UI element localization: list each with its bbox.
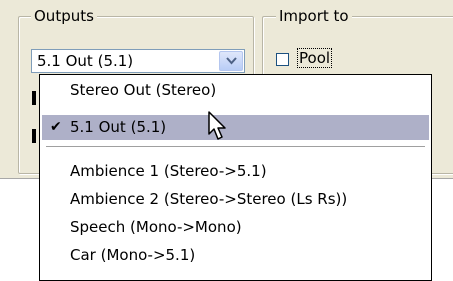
menu-item-stereo-out[interactable]: Stereo Out (Stereo) [42,78,429,103]
menu-item-label: Car (Mono->5.1) [70,246,196,264]
pool-checkbox[interactable] [276,53,289,66]
checkmark-icon: ✔ [50,119,62,135]
outputs-dropdown-menu: Stereo Out (Stereo) ✔ 5.1 Out (5.1) Ambi… [39,74,432,281]
menu-item-car[interactable]: Car (Mono->5.1) [42,243,429,268]
menu-item-ambience-1[interactable]: Ambience 1 (Stereo->5.1) [42,159,429,184]
hidden-control-edge [32,91,36,105]
import-group-label: Import to [276,7,352,25]
menu-item-label: 5.1 Out (5.1) [70,118,167,136]
menu-item-ambience-2[interactable]: Ambience 2 (Stereo->Stereo (Ls Rs)) [42,187,429,212]
menu-item-label: Stereo Out (Stereo) [70,81,217,99]
menu-item-label: Ambience 2 (Stereo->Stereo (Ls Rs)) [70,190,348,208]
menu-item-label: Speech (Mono->Mono) [70,218,242,236]
menu-item-speech[interactable]: Speech (Mono->Mono) [42,215,429,240]
mouse-pointer-icon [208,111,226,140]
outputs-combobox[interactable]: 5.1 Out (5.1) [31,49,245,73]
menu-item-51-out[interactable]: ✔ 5.1 Out (5.1) [42,115,429,140]
menu-item-label: Ambience 1 (Stereo->5.1) [70,162,267,180]
chevron-down-icon [225,57,237,65]
outputs-combo-value: 5.1 Out (5.1) [37,52,134,70]
outputs-group-label: Outputs [31,7,97,25]
hidden-control-edge [32,129,36,143]
combo-dropdown-button[interactable] [219,51,243,71]
menu-separator [46,146,425,148]
pool-checkbox-label[interactable]: Pool [296,48,333,68]
